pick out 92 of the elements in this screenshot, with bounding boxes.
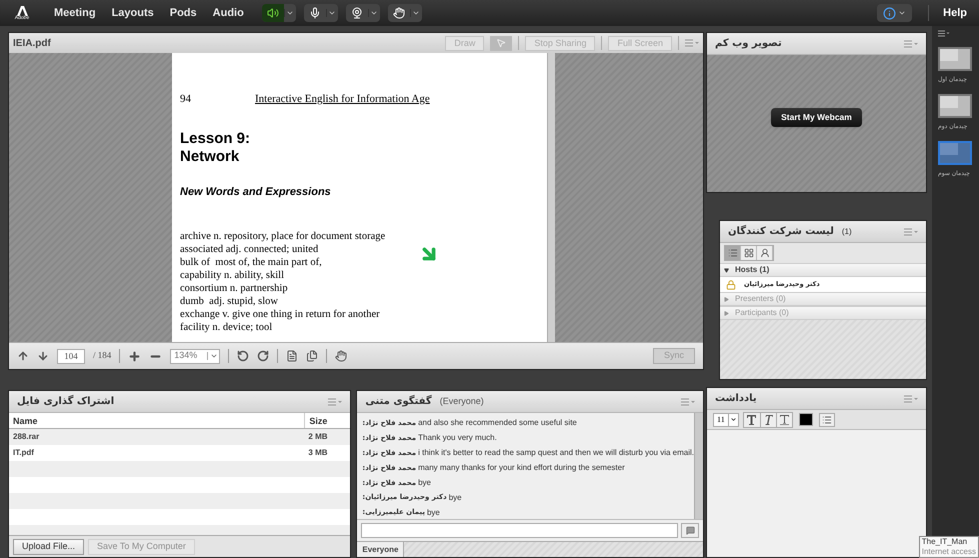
italic-icon[interactable] (760, 412, 776, 426)
info-button[interactable] (877, 4, 912, 22)
caret-icon[interactable] (286, 9, 294, 17)
vocabulary-entry: exchange v. give one thing in return for another (180, 308, 380, 321)
hand-tool-icon[interactable] (335, 350, 348, 362)
vocabulary-entry: consortium n. partnership (180, 282, 288, 295)
tooltip-text: The_IT_Man (922, 537, 968, 547)
raised-hand-icon[interactable] (392, 7, 405, 19)
attendee-count: (1) (842, 226, 852, 238)
single-page-icon[interactable] (286, 350, 298, 362)
pod-title: تصویر وب کم (715, 37, 782, 51)
underline-icon[interactable] (776, 412, 792, 426)
rotate-right-icon[interactable] (257, 350, 270, 362)
vocabulary-entry: bulk of most of, the main part of, (180, 256, 322, 269)
chat-message: bye (418, 476, 432, 489)
microphone-icon[interactable] (308, 7, 321, 19)
chat-input[interactable] (361, 523, 678, 538)
menu-icon[interactable] (938, 30, 950, 37)
chat-message: and also she recommended some useful site (418, 417, 577, 430)
help-link[interactable]: Help (943, 4, 967, 22)
zoom-in-icon[interactable] (128, 350, 142, 362)
chat-message: many many thanks for your kind effort during the semester (418, 462, 625, 474)
pod-title: IEIA.pdf (13, 36, 51, 50)
caret-icon[interactable] (210, 352, 218, 360)
multi-page-icon[interactable] (306, 350, 318, 362)
caret-icon[interactable] (328, 9, 336, 17)
layout-thumbnail[interactable] (938, 47, 972, 71)
chat-message: bye (448, 492, 462, 504)
file-size: 3 MB (307, 447, 329, 459)
webcam-icon[interactable] (350, 7, 363, 19)
vocabulary-entry: facility n. device; tool (180, 321, 272, 334)
menu-item[interactable]: Layouts (112, 4, 154, 22)
text-color-swatch[interactable] (798, 413, 813, 426)
menu-item[interactable]: Pods (170, 4, 197, 22)
send-button[interactable] (681, 523, 699, 538)
file-size: 2 MB (307, 431, 329, 443)
vocabulary-entry: associated adj. connected; united (180, 243, 318, 256)
speaker-icon[interactable] (266, 7, 279, 19)
lesson-title: Lesson 9: (180, 130, 252, 148)
tooltip-text: Internet access (922, 547, 976, 557)
media-button[interactable] (388, 4, 422, 22)
layout-thumbnail[interactable] (938, 94, 972, 118)
caret-icon[interactable] (730, 416, 737, 423)
media-button[interactable] (346, 4, 380, 22)
lesson-title: Network (180, 148, 240, 166)
file-name[interactable]: IT.pdf (9, 445, 304, 461)
rotate-left-icon[interactable] (237, 350, 250, 362)
column-header[interactable]: Size (304, 413, 350, 428)
pod-title: لیست شرکت کنندگان (728, 224, 834, 239)
chat-tab[interactable]: Everyone (357, 542, 404, 557)
pod-title: اشتراک گذاری فایل (17, 394, 114, 409)
chat-message: i think it's better to read the samp quest and then we will disturb you via email. (418, 447, 694, 460)
chat-audience: (Everyone) (440, 394, 484, 408)
menu-item[interactable]: Audio (212, 4, 244, 22)
caret-icon[interactable] (370, 9, 378, 17)
vocabulary-entry: capability n. ability, skill (180, 269, 284, 282)
caret-icon[interactable] (898, 9, 906, 17)
start-webcam-button[interactable]: Start My Webcam (771, 108, 862, 127)
vocabulary-entry: archive n. repository, place for document storage (180, 230, 386, 243)
caret-icon[interactable] (412, 9, 420, 17)
user-view-icon[interactable] (757, 246, 773, 260)
collapsed-triangle-icon[interactable] (724, 310, 729, 316)
page-number: 94 (180, 92, 191, 107)
next-page-icon[interactable] (37, 350, 49, 362)
page-header: Interactive English for Information Age (255, 92, 430, 107)
speech-bubble-icon[interactable] (686, 526, 694, 535)
file-name[interactable]: 288.rar (9, 429, 304, 445)
page-total: / 184 (93, 349, 112, 362)
pod-title: یادداشت (715, 392, 757, 406)
attendee-group[interactable]: Hosts (1) (720, 263, 926, 277)
chat-message: bye (426, 506, 440, 519)
font-size-dropdown[interactable]: 11 (713, 412, 739, 426)
bullet-list-icon[interactable] (818, 412, 835, 426)
logo-mark-icon (16, 6, 28, 16)
media-button[interactable] (304, 4, 338, 22)
media-button[interactable] (262, 4, 296, 22)
zoom-dropdown[interactable]: 134% (170, 348, 220, 364)
info-icon[interactable] (883, 6, 896, 20)
chat-message: Thank you very much. (418, 432, 497, 444)
expanded-triangle-icon[interactable] (724, 268, 729, 272)
column-header[interactable]: Name (9, 413, 304, 428)
grid-view-icon[interactable] (741, 246, 757, 260)
menu-item[interactable]: Meeting (54, 4, 96, 22)
collapsed-triangle-icon[interactable] (724, 296, 729, 302)
layout-thumbnail[interactable] (938, 141, 972, 165)
vocabulary-entry: dumb adj. stupid, slow (180, 295, 278, 308)
pod-title: گفتگوی متنی (365, 394, 432, 409)
list-view-icon[interactable] (725, 246, 741, 260)
previous-page-icon[interactable] (17, 350, 29, 362)
upload-file-button[interactable]: Upload File... (13, 538, 84, 554)
page-field[interactable]: 104 (57, 348, 85, 364)
section-heading: New Words and Expressions (180, 184, 332, 200)
